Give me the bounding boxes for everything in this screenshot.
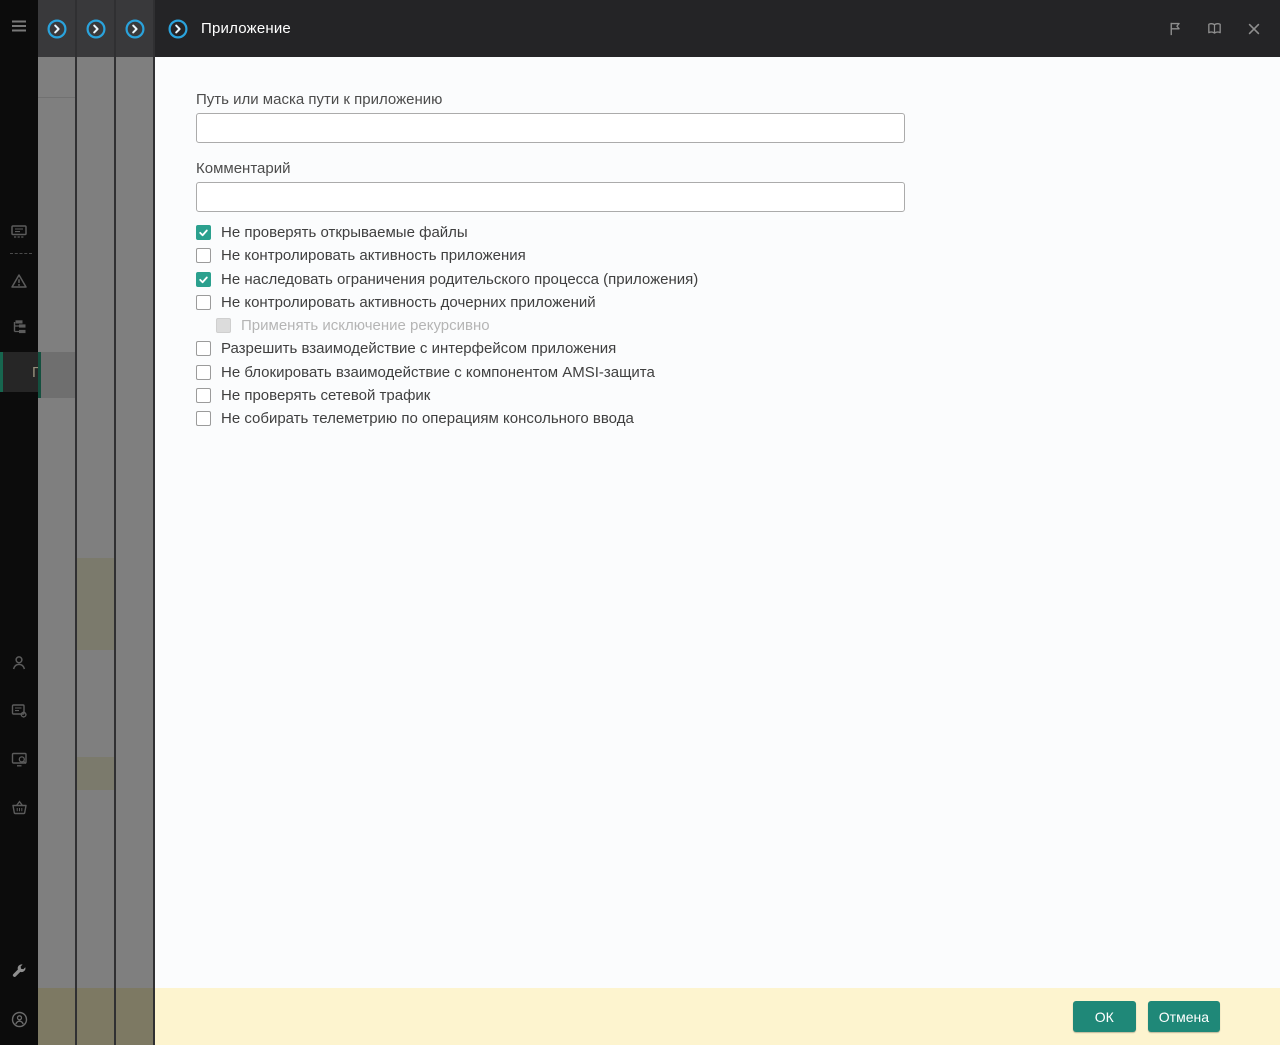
checkbox-unchecked[interactable]	[196, 294, 211, 310]
cancel-button[interactable]: Отмена	[1147, 1001, 1220, 1032]
checkbox-row: Не проверять сетевой трафик	[196, 387, 905, 405]
close-icon[interactable]	[1245, 20, 1262, 37]
dialog-title: Приложение	[201, 20, 291, 37]
background-panel-dimmed-content	[38, 57, 75, 988]
checkbox-row: Не проверять открываемые файлы	[196, 225, 905, 240]
sidebar-item-hierarchy[interactable]	[0, 314, 38, 340]
checkbox-row: Не собирать телеметрию по операциям конс…	[196, 410, 905, 428]
background-panel-stack	[38, 0, 155, 1045]
sidebar-item-discovery[interactable]	[0, 746, 38, 772]
application-exclusion-dialog: Приложение Путь или маска пути к приложе…	[155, 0, 1280, 1045]
checkbox-label: Применять исключение рекурсивно	[241, 317, 490, 335]
background-panel	[38, 0, 77, 1045]
checkbox-unchecked[interactable]	[196, 248, 211, 264]
checkbox-unchecked[interactable]	[196, 341, 211, 357]
user-icon	[10, 654, 28, 672]
hamburger-icon	[9, 16, 29, 36]
checkbox-row: Не контролировать активность приложения	[196, 247, 905, 265]
checkbox-unchecked[interactable]	[196, 364, 211, 380]
checkbox-label: Не контролировать активность дочерних пр…	[221, 293, 596, 311]
background-panel-dimmed-content	[77, 57, 114, 988]
tree-icon	[10, 318, 28, 336]
background-panel-footer	[116, 988, 153, 1045]
monitor-search-icon	[10, 750, 29, 769]
comment-label: Комментарий	[196, 160, 291, 177]
book-icon[interactable]	[1206, 20, 1223, 37]
exclusion-options-list: Не проверять открываемые файлы Не контрол…	[196, 225, 905, 428]
sidebar-item-settings[interactable]	[0, 958, 38, 984]
document-gear-icon	[10, 702, 29, 721]
sidebar-item-account[interactable]	[0, 1006, 38, 1032]
checkbox-label: Не собирать телеметрию по операциям конс…	[221, 410, 634, 428]
checkbox-checked[interactable]	[196, 271, 211, 287]
checkbox-unchecked	[216, 318, 231, 334]
checkbox-unchecked[interactable]	[196, 411, 211, 427]
checkbox-row: Не блокировать взаимодействие с компонен…	[196, 363, 905, 381]
sidebar-item-marketplace[interactable]	[0, 794, 38, 820]
exclusion-form: Путь или маска пути к приложению Коммент…	[155, 57, 905, 428]
background-panel-tab[interactable]	[38, 0, 75, 57]
circle-chevron-icon	[47, 19, 67, 39]
checkbox-label: Не блокировать взаимодействие с компонен…	[221, 363, 655, 381]
account-circle-icon	[10, 1010, 29, 1029]
hamburger-menu-button[interactable]	[0, 12, 38, 40]
comment-input[interactable]	[196, 182, 905, 212]
checkbox-row: Не наследовать ограничения родительского…	[196, 270, 905, 288]
titlebar-actions	[1167, 20, 1280, 37]
checkbox-row: Не контролировать активность дочерних пр…	[196, 293, 905, 311]
sidebar-item-label: П	[32, 364, 38, 381]
ok-button[interactable]: ОК	[1072, 1001, 1136, 1032]
path-label: Путь или маска пути к приложению	[196, 91, 443, 108]
checkbox-row: Разрешить взаимодействие с интерфейсом п…	[196, 340, 905, 358]
background-panel-footer	[38, 988, 75, 1045]
checkbox-label: Не проверять открываемые файлы	[221, 224, 468, 241]
checkbox-label: Разрешить взаимодействие с интерфейсом п…	[221, 340, 617, 358]
background-panel-footer	[77, 988, 114, 1045]
checkbox-label: Не наследовать ограничения родительского…	[221, 270, 699, 288]
sidebar-separator	[10, 253, 32, 254]
background-panel-tab[interactable]	[116, 0, 153, 57]
background-panel-dimmed-content	[116, 57, 153, 988]
flag-icon[interactable]	[1167, 20, 1184, 37]
sidebar: П	[0, 0, 38, 1045]
sidebar-item-reports[interactable]	[0, 698, 38, 724]
checkbox-row: Применять исключение рекурсивно	[216, 317, 905, 335]
basket-icon	[10, 798, 29, 817]
dialog-body: Путь или маска пути к приложению Коммент…	[155, 57, 1280, 988]
dialog-footer: ОК Отмена	[155, 988, 1280, 1045]
dialog-header: Приложение	[155, 0, 1280, 57]
sidebar-item-current-section[interactable]: П	[0, 352, 38, 392]
sidebar-item-devices[interactable]	[0, 219, 38, 245]
sidebar-item-users[interactable]	[0, 650, 38, 676]
server-icon	[10, 223, 28, 241]
background-panel-tab[interactable]	[77, 0, 114, 57]
background-panel	[77, 0, 116, 1045]
checkbox-unchecked[interactable]	[196, 388, 211, 404]
sidebar-item-alerts[interactable]	[0, 268, 38, 294]
circle-chevron-icon	[168, 19, 188, 39]
circle-chevron-icon	[86, 19, 106, 39]
background-panel	[116, 0, 155, 1045]
circle-chevron-icon	[125, 19, 145, 39]
warning-triangle-icon	[10, 272, 28, 290]
checkbox-label: Не контролировать активность приложения	[221, 247, 526, 265]
checkbox-checked[interactable]	[196, 225, 211, 240]
checkbox-label: Не проверять сетевой трафик	[221, 387, 431, 405]
wrench-icon	[10, 962, 28, 980]
path-input[interactable]	[196, 113, 905, 143]
